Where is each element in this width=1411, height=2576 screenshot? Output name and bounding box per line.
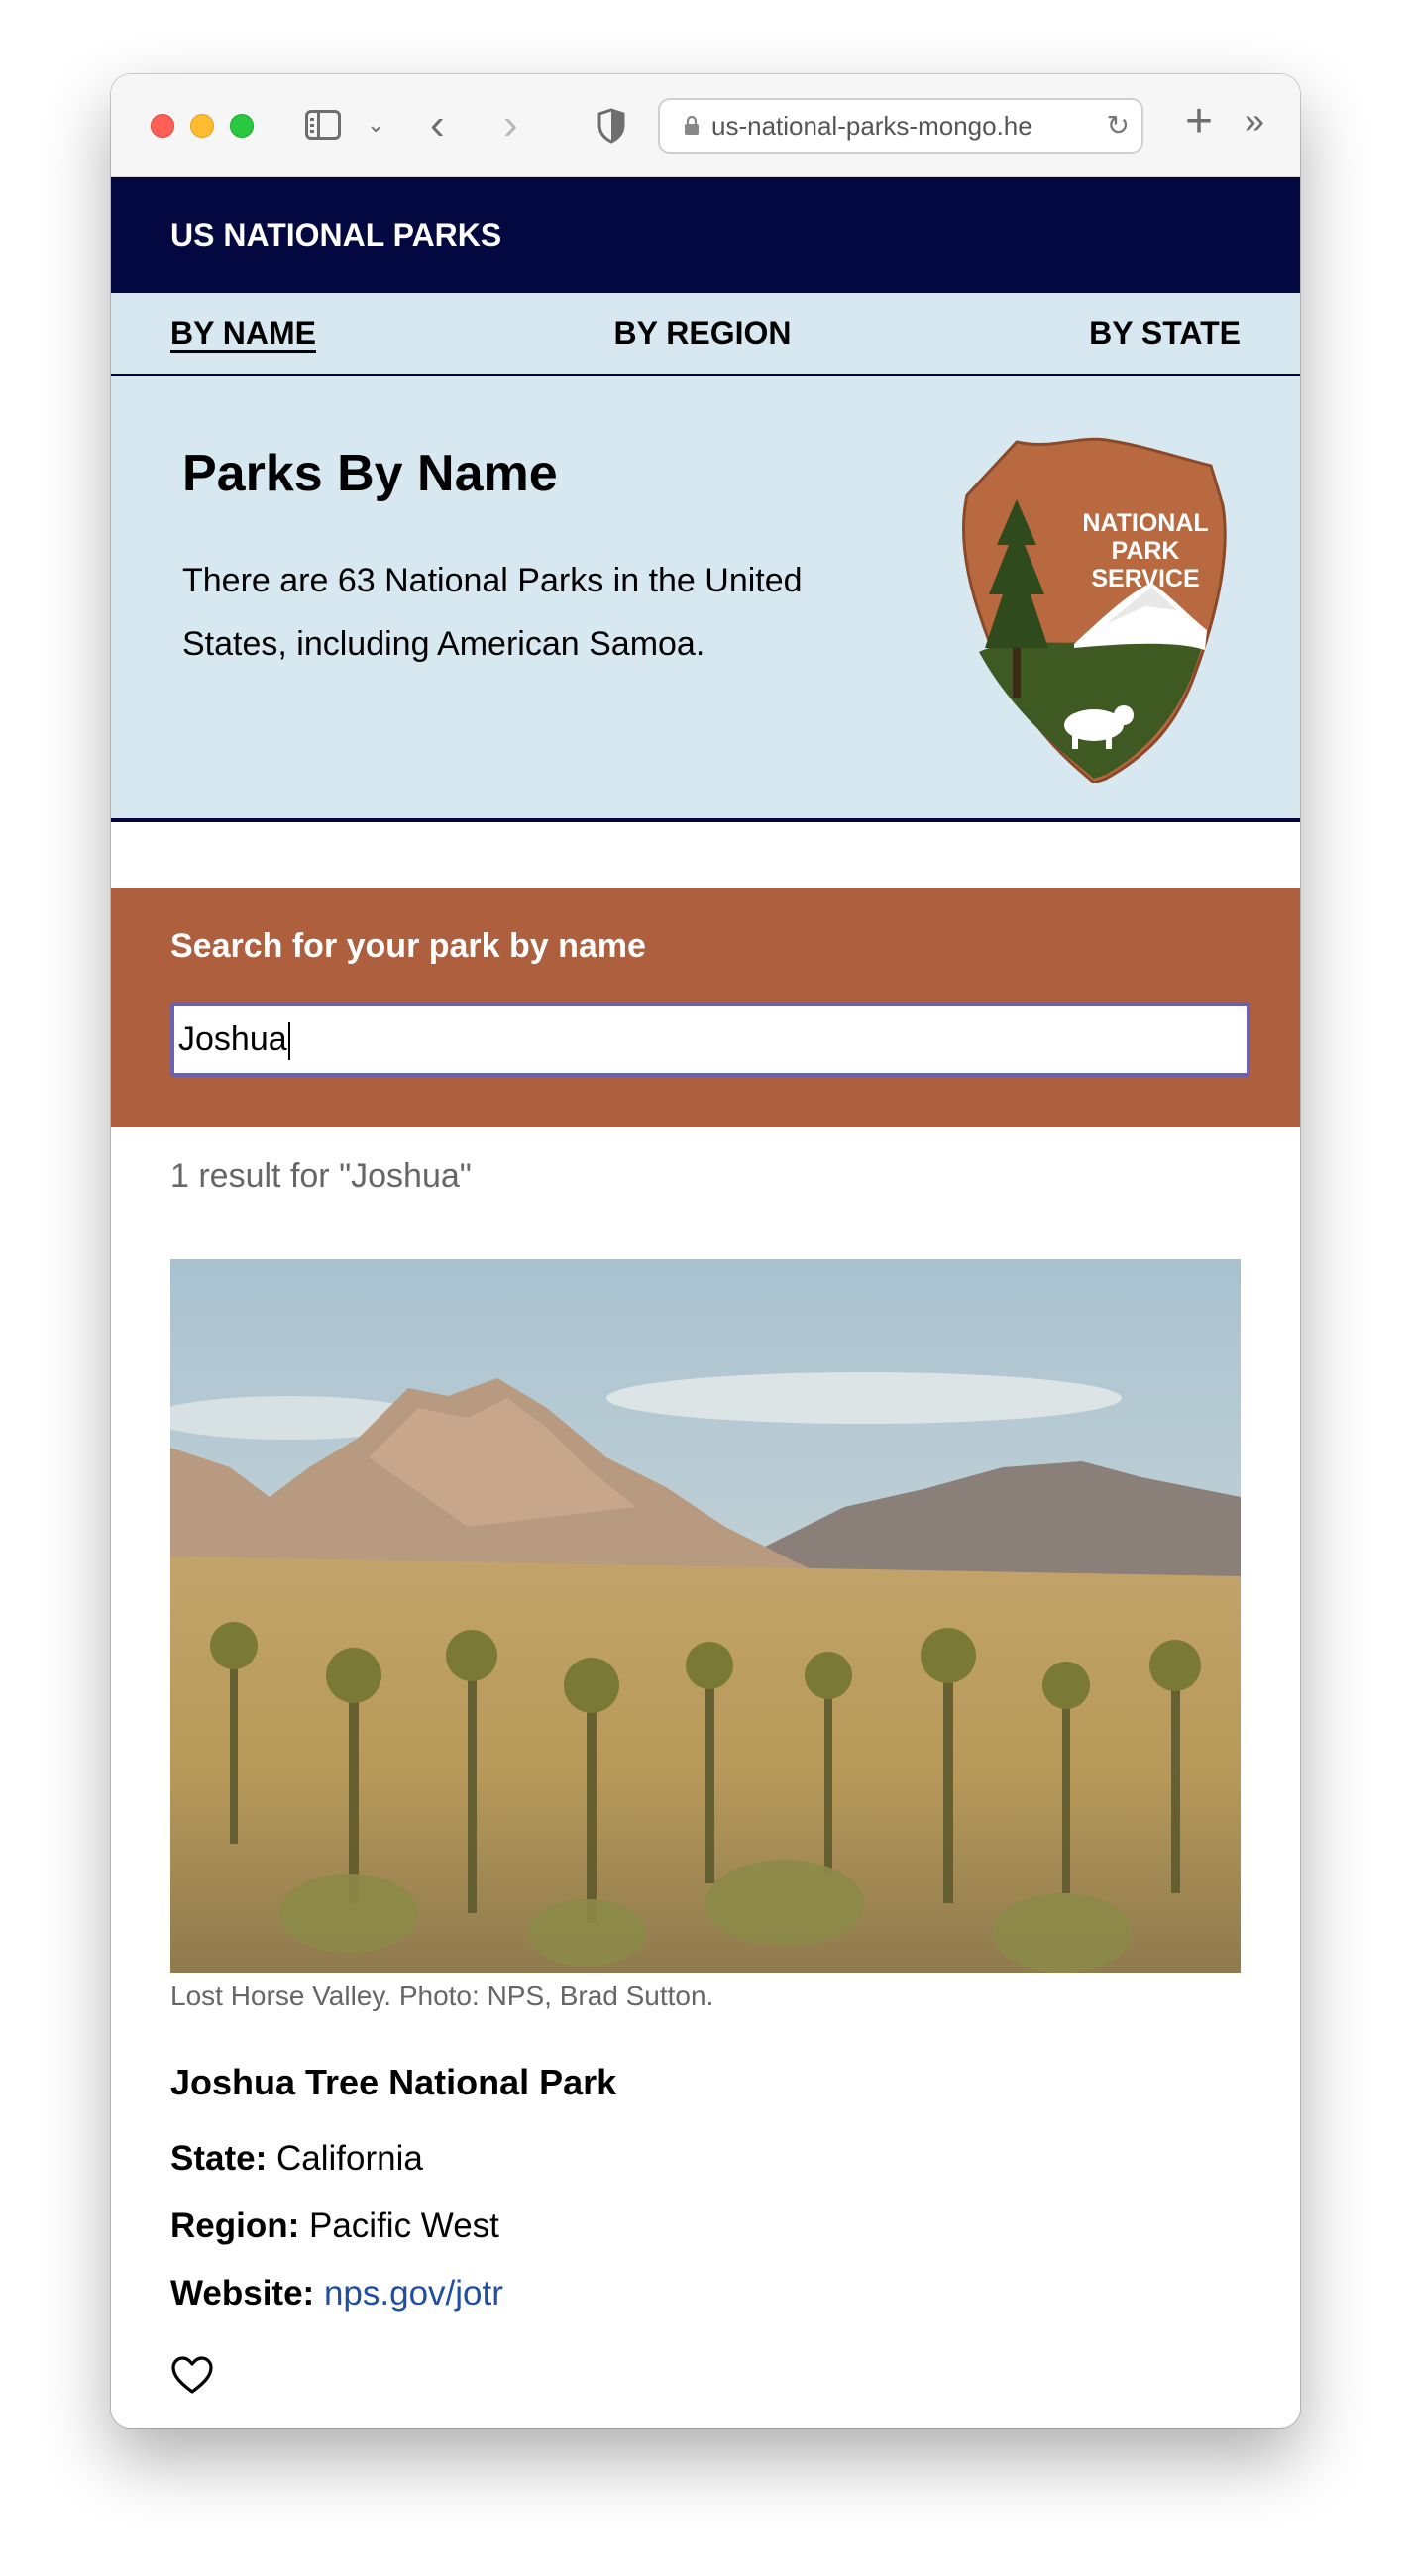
page-description: There are 63 National Parks in the Unite… [182,562,803,663]
lock-icon [685,115,699,135]
park-state: State: California [170,2139,1300,2179]
nav-by-region[interactable]: BY REGION [614,315,792,352]
new-tab-icon[interactable]: + [1185,94,1213,149]
nps-arrowhead-logo: NATIONAL PARK SERVICE [962,437,1227,783]
search-label: Search for your park by name [170,927,646,965]
park-region-value: Pacific West [309,2206,499,2245]
main-nav: BY NAME BY REGION BY STATE [111,293,1300,376]
reload-icon[interactable]: ↻ [1107,100,1130,152]
site-title[interactable]: US NATIONAL PARKS [170,217,501,253]
park-region-label: Region: [170,2206,300,2245]
search-section: Search for your park by name Joshua [111,888,1300,1127]
logo-text-line-2: PARK [1112,537,1180,565]
photo-caption: Lost Horse Valley. Photo: NPS, Brad Sutt… [170,1981,714,2011]
park-region: Region: Pacific West [170,2206,1300,2246]
park-website: Website: nps.gov/jotr [170,2274,1300,2313]
nav-by-state[interactable]: BY STATE [1089,315,1241,352]
park-website-label: Website: [170,2274,315,2312]
minimize-window-button[interactable] [190,114,214,138]
search-input-value: Joshua [178,1020,287,1058]
more-tabs-chevron-icon[interactable]: » [1245,100,1264,142]
search-input[interactable]: Joshua [170,1002,1250,1077]
page-title: Parks By Name [182,445,558,502]
logo-text-line-1: NATIONAL [1082,509,1208,537]
chevron-down-icon[interactable]: ⌄ [367,112,384,138]
park-state-value: California [275,2139,423,2178]
sidebar-toggle-icon[interactable] [305,110,341,140]
logo-text-line-3: SERVICE [1091,565,1199,592]
park-website-link[interactable]: nps.gov/jotr [324,2274,503,2312]
address-bar[interactable]: us-national-parks-mongo.he ↻ [658,98,1143,154]
close-window-button[interactable] [151,114,174,138]
zoom-window-button[interactable] [230,114,254,138]
url-text: us-national-parks-mongo.he [711,111,1032,141]
park-photo [170,1259,1241,1973]
favorite-heart-icon[interactable] [170,2355,214,2395]
privacy-shield-icon[interactable] [597,108,626,144]
site-header: US NATIONAL PARKS [111,177,1300,293]
browser-window: ⌄ ‹ › us-national-parks-mongo.he ↻ + » U… [111,74,1300,2428]
park-state-label: State: [170,2139,268,2178]
back-arrow-icon[interactable]: ‹ [430,100,445,150]
browser-toolbar: ⌄ ‹ › us-national-parks-mongo.he ↻ + » [111,74,1300,177]
forward-arrow-icon[interactable]: › [503,100,518,150]
results-summary: 1 result for "Joshua" [170,1157,472,1195]
hero-section: Parks By Name There are 63 National Park… [111,376,1300,822]
park-name: Joshua Tree National Park [170,2062,617,2102]
nav-by-name[interactable]: BY NAME [170,315,316,352]
